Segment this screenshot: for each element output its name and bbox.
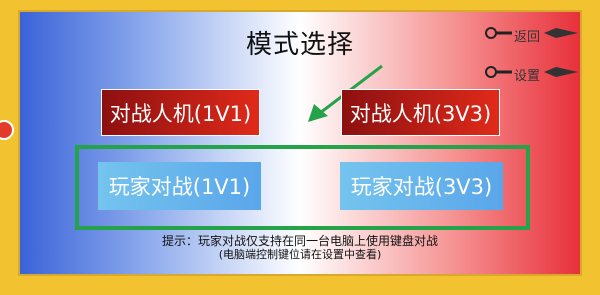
back-button[interactable]: 返回	[484, 24, 580, 45]
pvp-1v1-button[interactable]: 玩家对战(1V1)	[98, 162, 261, 210]
hint-line-2: (电脑端控制键位请在设置中查看)	[218, 248, 382, 261]
settings-button[interactable]: 设置	[484, 63, 580, 84]
ai-3v3-button[interactable]: 对战人机(3V3)	[341, 89, 500, 136]
back-label: 返回	[514, 30, 541, 45]
settings-label: 设置	[514, 69, 541, 84]
ai-1v1-button[interactable]: 对战人机(1V1)	[101, 89, 260, 136]
hint-line-1: 提示：玩家对战仅支持在同一台电脑上使用键盘对战	[161, 234, 438, 248]
pvp-3v3-button[interactable]: 玩家对战(3V3)	[340, 162, 503, 210]
